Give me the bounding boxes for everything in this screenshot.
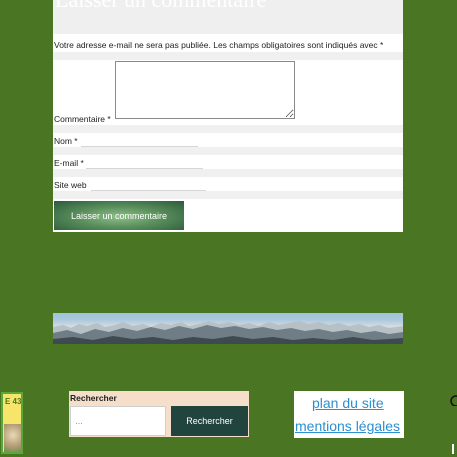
comment-label: Commentaire *	[54, 114, 111, 124]
comment-textarea[interactable]	[115, 61, 295, 119]
search-widget: Rechercher Rechercher	[69, 391, 249, 437]
footer-links: plan du site mentions légales	[294, 391, 404, 438]
page: Laisser un commentaire Votre adresse e-m…	[0, 0, 457, 457]
circle-icon[interactable]	[449, 394, 457, 406]
edge-mark	[452, 444, 454, 454]
side-badge[interactable]: E 43	[1, 392, 23, 454]
forest-banner-image	[53, 313, 403, 344]
form-row-divider	[53, 191, 403, 199]
comment-notes: Votre adresse e-mail ne sera pas publiée…	[54, 40, 384, 50]
form-heading-band: Laisser un commentaire	[53, 0, 403, 34]
form-row-divider	[53, 147, 403, 155]
legal-notice-link[interactable]: mentions légales	[295, 418, 400, 434]
badge-figure-image	[4, 424, 21, 452]
email-label: E-mail *	[54, 158, 84, 168]
form-row-divider	[53, 52, 403, 60]
search-input[interactable]	[70, 406, 166, 436]
search-button[interactable]: Rechercher	[171, 406, 248, 436]
name-label: Nom *	[54, 136, 78, 146]
email-field[interactable]	[86, 157, 203, 169]
website-label: Site web	[54, 180, 87, 190]
submit-comment-button[interactable]: Laisser un commentaire	[54, 201, 184, 230]
sitemap-link[interactable]: plan du site	[312, 395, 384, 411]
name-field[interactable]	[81, 135, 198, 147]
website-field[interactable]	[91, 179, 206, 191]
comment-form: Laisser un commentaire Votre adresse e-m…	[53, 0, 403, 232]
form-row-divider	[53, 169, 403, 177]
form-heading: Laisser un commentaire	[55, 0, 266, 13]
search-title: Rechercher	[70, 393, 117, 403]
form-row-divider	[53, 125, 403, 133]
badge-text: E 43	[5, 397, 22, 406]
